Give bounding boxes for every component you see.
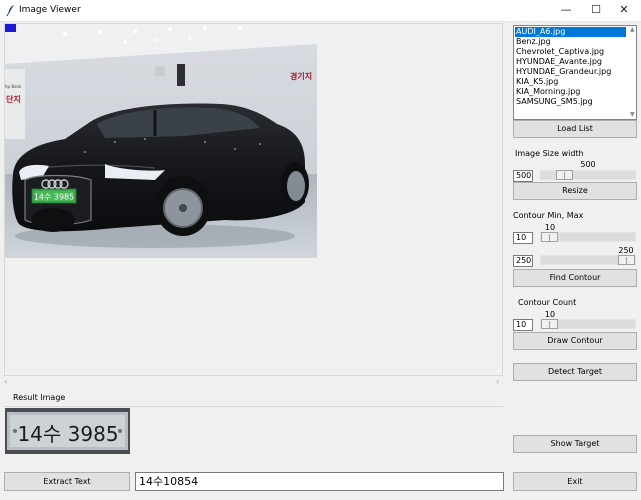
file-item[interactable]: KIA_Morning.jpg (515, 87, 626, 97)
contour-min-slider[interactable] (540, 232, 636, 242)
contour-count-entry[interactable]: 10 (513, 319, 533, 331)
extracted-text-field[interactable]: 14수10854 (135, 472, 504, 491)
plate-crop-text: 14수 3985 (17, 422, 118, 446)
image-size-entry[interactable]: 500 (513, 170, 533, 182)
list-scroll-up-arrow[interactable]: ▲ (630, 26, 635, 33)
file-item[interactable]: SAMSUNG_SM5.jpg (515, 97, 626, 107)
result-image-label: Result Image (13, 393, 66, 402)
contour-max-scale-value: 250 (618, 246, 634, 255)
file-item[interactable]: Chevrolet_Captiva.jpg (515, 47, 626, 57)
title-bar: Image Viewer — ☐ ✕ (0, 0, 641, 22)
selection-marker (5, 24, 16, 32)
close-button[interactable]: ✕ (608, 0, 640, 21)
feather-icon (6, 5, 14, 16)
contour-count-slider-thumb[interactable] (541, 319, 558, 329)
file-item[interactable]: AUDI_A6.jpg (515, 27, 626, 37)
contour-max-entry[interactable]: 250 (513, 255, 533, 267)
wall-banner-left: 단지 (6, 94, 21, 104)
contour-minmax-label: Contour Min, Max (513, 211, 584, 220)
list-scroll-down-arrow[interactable]: ▼ (630, 111, 635, 118)
minimize-button[interactable]: — (550, 0, 582, 21)
contour-min-slider-thumb[interactable] (541, 232, 558, 242)
car-photo: hp Bank 단지 경기지 14수 3985 (5, 24, 317, 258)
image-size-scale-value: 500 (580, 160, 596, 169)
file-item[interactable]: KIA_K5.jpg (515, 77, 626, 87)
image-size-label: Image Size width (515, 149, 584, 158)
show-target-button[interactable]: Show Target (513, 435, 637, 453)
image-size-slider-thumb[interactable] (556, 170, 573, 180)
wall-banner-right: 경기지 (290, 71, 312, 81)
contour-count-scale-value: 10 (544, 310, 556, 319)
detect-target-button[interactable]: Detect Target (513, 363, 637, 381)
contour-max-slider[interactable] (540, 255, 636, 265)
file-listbox[interactable]: AUDI_A6.jpg Benz.jpg Chevrolet_Captiva.j… (513, 25, 637, 120)
canvas-scroll-left-arrow[interactable]: ‹ (4, 377, 7, 386)
car-plate-text: 14수 3985 (34, 193, 74, 202)
contour-max-slider-thumb[interactable] (618, 255, 635, 265)
draw-contour-button[interactable]: Draw Contour (513, 332, 637, 350)
extract-text-button[interactable]: Extract Text (4, 472, 130, 491)
exit-button[interactable]: Exit (513, 472, 637, 491)
image-size-slider[interactable] (540, 170, 636, 180)
load-list-button[interactable]: Load List (513, 120, 637, 138)
svg-text:hp Bank: hp Bank (5, 84, 22, 89)
canvas-scroll-right-arrow[interactable]: › (496, 377, 499, 386)
window-title: Image Viewer (19, 5, 81, 15)
plate-crop-image: 14수 3985 (5, 408, 130, 454)
file-item[interactable]: Benz.jpg (515, 37, 626, 47)
contour-count-slider[interactable] (540, 319, 636, 329)
find-contour-button[interactable]: Find Contour (513, 269, 637, 287)
contour-min-entry[interactable]: 10 (513, 232, 533, 244)
contour-min-scale-value: 10 (544, 223, 556, 232)
file-item[interactable]: HYUNDAE_Grandeur.jpg (515, 67, 626, 77)
file-item[interactable]: HYUNDAE_Avante.jpg (515, 57, 626, 67)
contour-count-label: Contour Count (518, 298, 577, 307)
resize-button[interactable]: Resize (513, 182, 637, 200)
